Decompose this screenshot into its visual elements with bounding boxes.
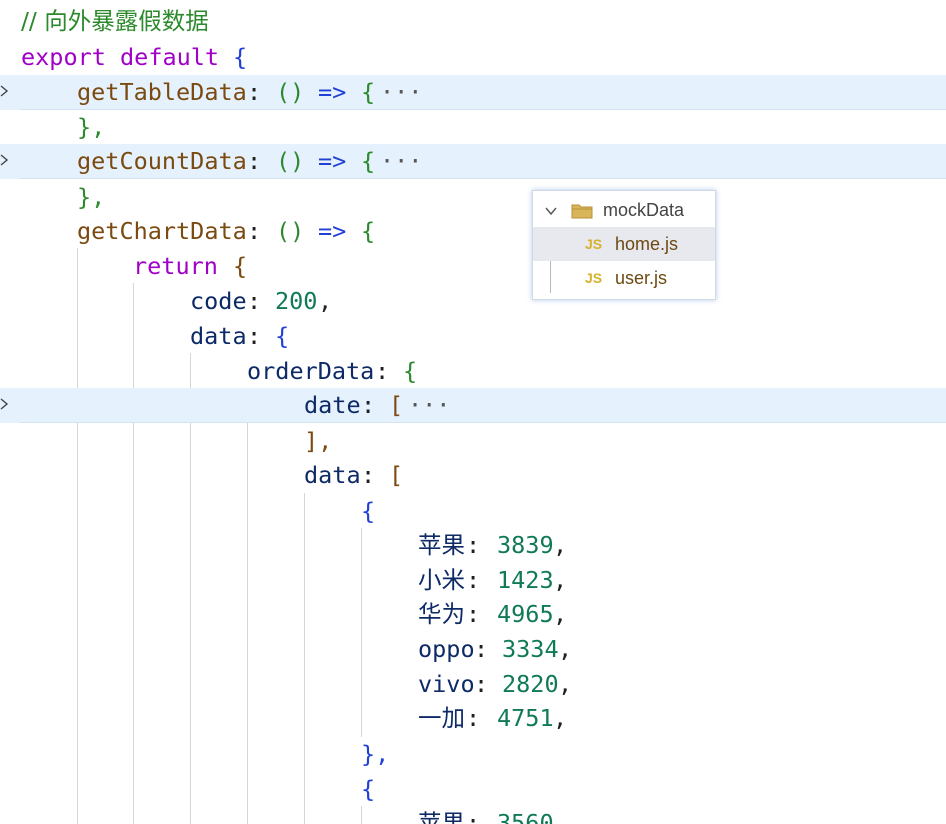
entry-key: vivo <box>418 670 475 698</box>
object-key: orderData <box>247 357 375 385</box>
open-brace: { <box>361 147 376 175</box>
entry-key: 苹果 <box>418 809 465 824</box>
entry-value: 4751 <box>497 704 554 732</box>
params: () <box>276 147 305 175</box>
arrow: => <box>318 217 347 245</box>
open-brace: { <box>361 78 376 106</box>
open-brace: { <box>361 775 376 803</box>
code-line-entry-partial: 苹果 : 3560 <box>0 806 946 824</box>
entry-value: 2820 <box>502 670 559 698</box>
object-key: data <box>304 461 361 489</box>
chevron-right-icon[interactable] <box>0 84 11 98</box>
open-brace: { <box>233 43 248 71</box>
object-key: code <box>190 287 247 315</box>
close-bracket: ], <box>304 427 333 455</box>
code-line-date[interactable]: date : [ ··· <box>0 388 946 423</box>
entry-key: 华为 <box>418 600 465 628</box>
code-line-code: code : 200 , <box>0 284 946 319</box>
code-line-entry: 一加 : 4751 , <box>0 701 946 736</box>
object-key: data <box>190 322 247 350</box>
code-line-export: export default { <box>0 40 946 75</box>
entry-key: oppo <box>418 635 475 663</box>
javascript-file-icon: JS <box>585 236 603 252</box>
javascript-file-icon: JS <box>585 270 603 286</box>
comma: , <box>318 287 333 315</box>
code-line-close: }, <box>0 180 946 215</box>
number-value: 200 <box>275 287 318 315</box>
entry-value: 3839 <box>497 531 554 559</box>
folded-ellipsis[interactable]: ··· <box>380 75 422 110</box>
close-brace: }, <box>361 740 390 768</box>
folded-ellipsis[interactable]: ··· <box>408 388 450 423</box>
code-line-order-data: orderData : { <box>0 354 946 389</box>
colon: : <box>361 391 376 419</box>
code-line-return: return { <box>0 249 946 284</box>
colon: : <box>247 217 262 245</box>
entry-key: 苹果 <box>418 531 465 559</box>
file-name: user.js <box>615 268 668 288</box>
open-bracket: [ <box>389 461 404 489</box>
chevron-right-icon[interactable] <box>0 153 11 167</box>
file-explorer-popup: mockData JS home.js JS user.js <box>532 190 716 300</box>
entry-key: 小米 <box>418 566 465 594</box>
function-name: getTableData <box>77 78 247 106</box>
code-line-get-count-data[interactable]: getCountData : () => { ··· <box>0 144 946 179</box>
open-brace: { <box>233 252 248 280</box>
code-line-open-object: { <box>0 494 946 529</box>
chevron-down-icon[interactable] <box>544 204 558 218</box>
return-keyword: return <box>133 252 218 280</box>
file-name: home.js <box>615 234 679 254</box>
open-brace: { <box>361 497 376 525</box>
code-line-close-object: }, <box>0 737 946 772</box>
colon: : <box>247 147 262 175</box>
params: () <box>276 217 305 245</box>
function-name: getCountData <box>77 147 247 175</box>
function-name: getChartData <box>77 217 247 245</box>
arrow: => <box>318 78 347 106</box>
close-brace: }, <box>77 183 106 211</box>
code-line-close: }, <box>0 110 946 145</box>
entry-value: 3334 <box>502 635 559 663</box>
params: () <box>276 78 305 106</box>
entry-value: 1423 <box>497 566 554 594</box>
code-line-get-table-data[interactable]: getTableData : () => { ··· <box>0 75 946 110</box>
code-line-open-object: { <box>0 772 946 807</box>
code-comment: // 向外暴露假数据 <box>21 7 209 35</box>
chevron-right-icon[interactable] <box>0 397 11 411</box>
folder-name: mockData <box>603 200 685 220</box>
code-line-entry: 小米 : 1423 , <box>0 563 946 598</box>
arrow: => <box>318 147 347 175</box>
colon: : <box>247 322 262 350</box>
export-default-keyword: export default <box>21 43 220 71</box>
code-line-close: ], <box>0 424 946 459</box>
code-line-entry: 华为 : 4965 , <box>0 597 946 632</box>
close-brace: }, <box>77 113 106 141</box>
code-line-comment: // 向外暴露假数据 <box>0 4 946 39</box>
colon: : <box>247 287 262 315</box>
code-line-entry: oppo : 3334 , <box>0 632 946 667</box>
open-brace: { <box>361 217 376 245</box>
code-line-entry: 苹果 : 3839 , <box>0 528 946 563</box>
folder-row-mockdata[interactable]: mockData <box>533 193 715 227</box>
code-line-data-array: data : [ <box>0 458 946 493</box>
object-key: date <box>304 391 361 419</box>
code-editor[interactable]: // 向外暴露假数据 export default { getTableData… <box>0 0 946 824</box>
folder-icon <box>571 204 593 219</box>
code-line-get-chart-data: getChartData : () => { <box>0 214 946 249</box>
colon: : <box>375 357 390 385</box>
open-bracket: [ <box>389 391 404 419</box>
file-row-home-js[interactable]: JS home.js <box>533 227 715 261</box>
entry-value: 4965 <box>497 600 554 628</box>
file-row-user-js[interactable]: JS user.js <box>533 261 715 295</box>
entry-value: 3560 <box>497 809 554 824</box>
code-line-entry: vivo : 2820 , <box>0 667 946 702</box>
folded-ellipsis[interactable]: ··· <box>380 144 422 179</box>
open-brace: { <box>403 357 418 385</box>
code-line-data: data : { <box>0 319 946 354</box>
open-brace: { <box>275 322 290 350</box>
entry-key: 一加 <box>418 704 465 732</box>
colon: : <box>361 461 376 489</box>
colon: : <box>247 78 262 106</box>
